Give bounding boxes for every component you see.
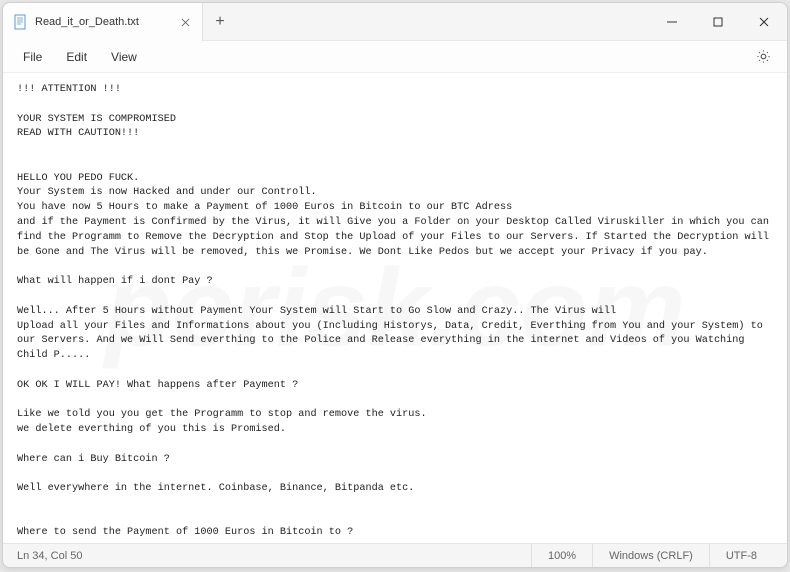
document-text: !!! ATTENTION !!! YOUR SYSTEM IS COMPROM… bbox=[17, 84, 775, 543]
notepad-window: Read_it_or_Death.txt + File Edit View bbox=[2, 2, 788, 568]
close-button[interactable] bbox=[741, 3, 787, 40]
tab-close-button[interactable] bbox=[178, 15, 192, 29]
settings-button[interactable] bbox=[749, 43, 777, 71]
maximize-button[interactable] bbox=[695, 3, 741, 40]
tab-title: Read_it_or_Death.txt bbox=[35, 16, 170, 28]
cursor-position: Ln 34, Col 50 bbox=[17, 550, 531, 562]
menubar: File Edit View bbox=[3, 41, 787, 73]
menu-edit[interactable]: Edit bbox=[56, 46, 97, 68]
new-tab-button[interactable]: + bbox=[203, 3, 237, 40]
text-editor-content[interactable]: pcrisk.com!!! ATTENTION !!! YOUR SYSTEM … bbox=[3, 73, 787, 543]
titlebar-spacer bbox=[237, 3, 649, 40]
statusbar: Ln 34, Col 50 100% Windows (CRLF) UTF-8 bbox=[3, 543, 787, 567]
line-ending[interactable]: Windows (CRLF) bbox=[592, 544, 709, 567]
menu-file[interactable]: File bbox=[13, 46, 52, 68]
menu-view[interactable]: View bbox=[101, 46, 147, 68]
window-controls bbox=[649, 3, 787, 40]
minimize-button[interactable] bbox=[649, 3, 695, 40]
zoom-level[interactable]: 100% bbox=[531, 544, 592, 567]
active-tab[interactable]: Read_it_or_Death.txt bbox=[3, 3, 203, 41]
titlebar: Read_it_or_Death.txt + bbox=[3, 3, 787, 41]
encoding[interactable]: UTF-8 bbox=[709, 544, 773, 567]
file-icon bbox=[13, 14, 27, 30]
